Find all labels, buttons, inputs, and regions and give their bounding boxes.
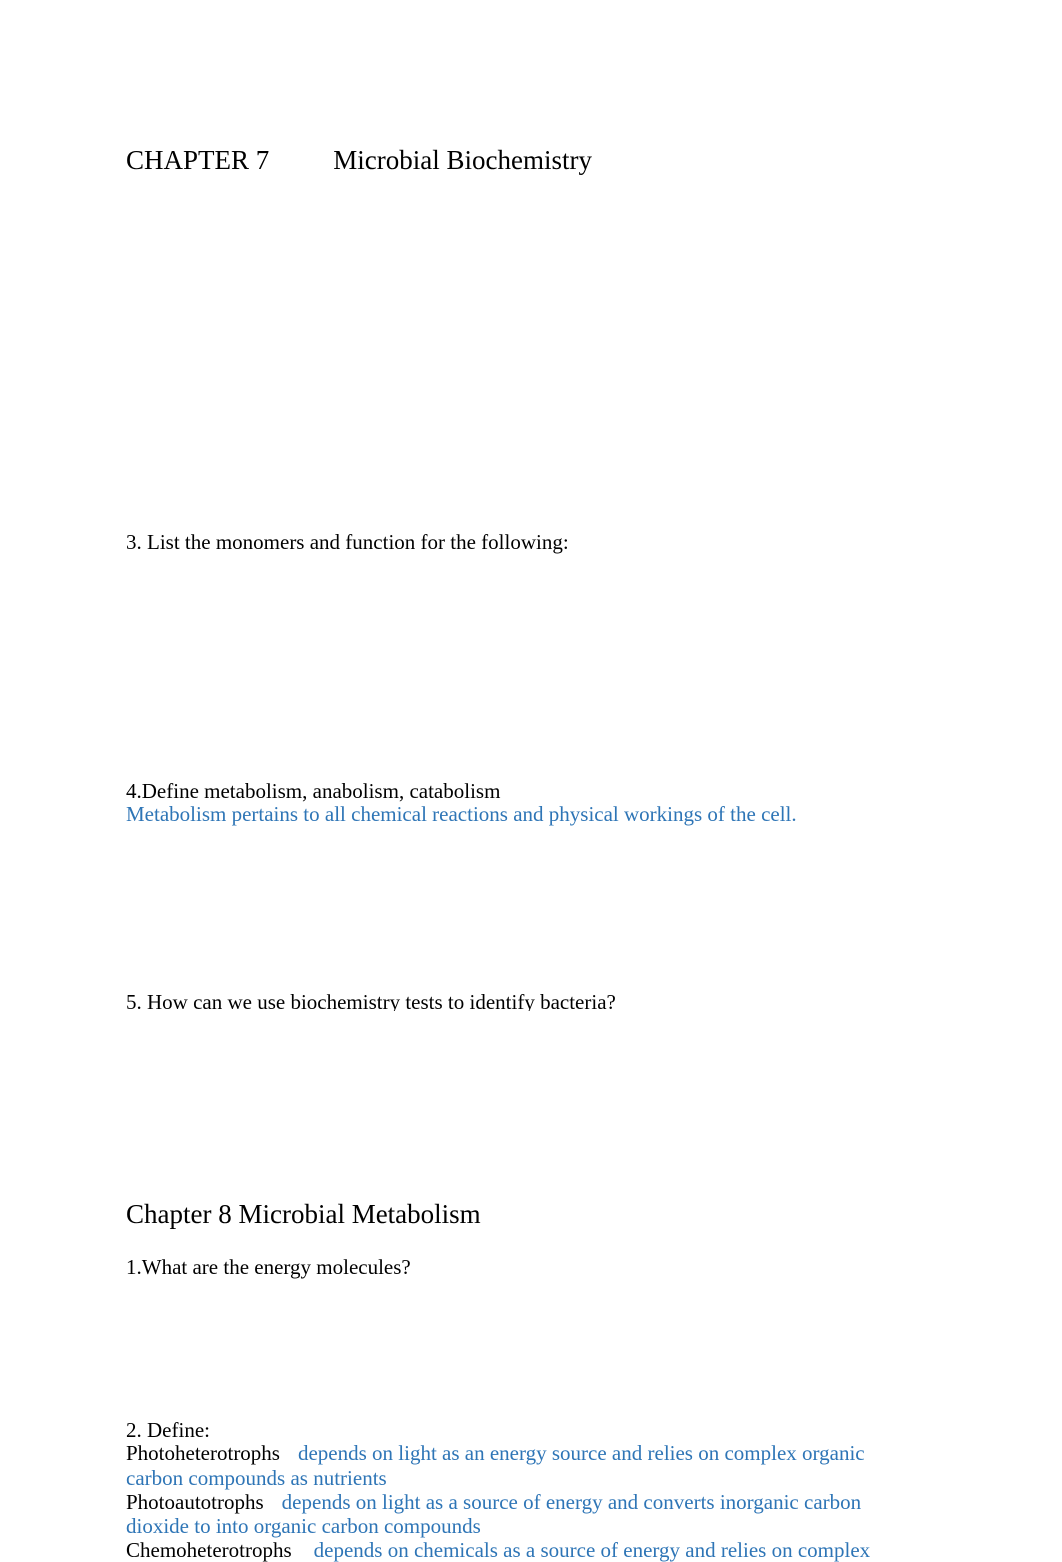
chapter-title: Microbial Biochemistry xyxy=(333,145,592,175)
question-3: 3. List the monomers and function for th… xyxy=(126,530,569,554)
term: Photoautotrophs xyxy=(126,1490,264,1514)
term: Photoheterotrophs xyxy=(126,1441,280,1465)
question-1: 1.What are the energy molecules? xyxy=(126,1255,411,1279)
question-2: 2. Define: xyxy=(126,1418,210,1442)
answer-4: Metabolism pertains to all chemical reac… xyxy=(126,802,797,826)
definition-photoautotrophs: Photoautotrophs depends on light as a sou… xyxy=(126,1490,861,1514)
term: Chemoheterotrophs xyxy=(126,1538,292,1562)
question-5: 5. How can we use biochemistry tests to … xyxy=(126,990,616,1011)
definition-text: depends on light as a source of energy a… xyxy=(281,1490,862,1514)
definition-text: depends on chemicals as a source of ener… xyxy=(313,1538,871,1562)
chapter-8-heading: Chapter 8 Microbial Metabolism xyxy=(126,1199,481,1229)
definition-continuation: carbon compounds as nutrients xyxy=(126,1466,387,1490)
chapter-label: CHAPTER 7 xyxy=(126,145,270,175)
chapter-7-heading: CHAPTER 7 Microbial Biochemistry xyxy=(126,144,592,176)
definition-chemoheterotrophs: Chemoheterotrophs depends on chemicals as… xyxy=(126,1538,870,1562)
definition-text: depends on light as an energy source and… xyxy=(297,1441,865,1465)
definition-photoheterotrophs: Photoheterotrophs depends on light as an … xyxy=(126,1441,865,1465)
definition-continuation: dioxide to into organic carbon compounds xyxy=(126,1514,481,1538)
question-4: 4.Define metabolism, anabolism, cataboli… xyxy=(126,779,501,803)
